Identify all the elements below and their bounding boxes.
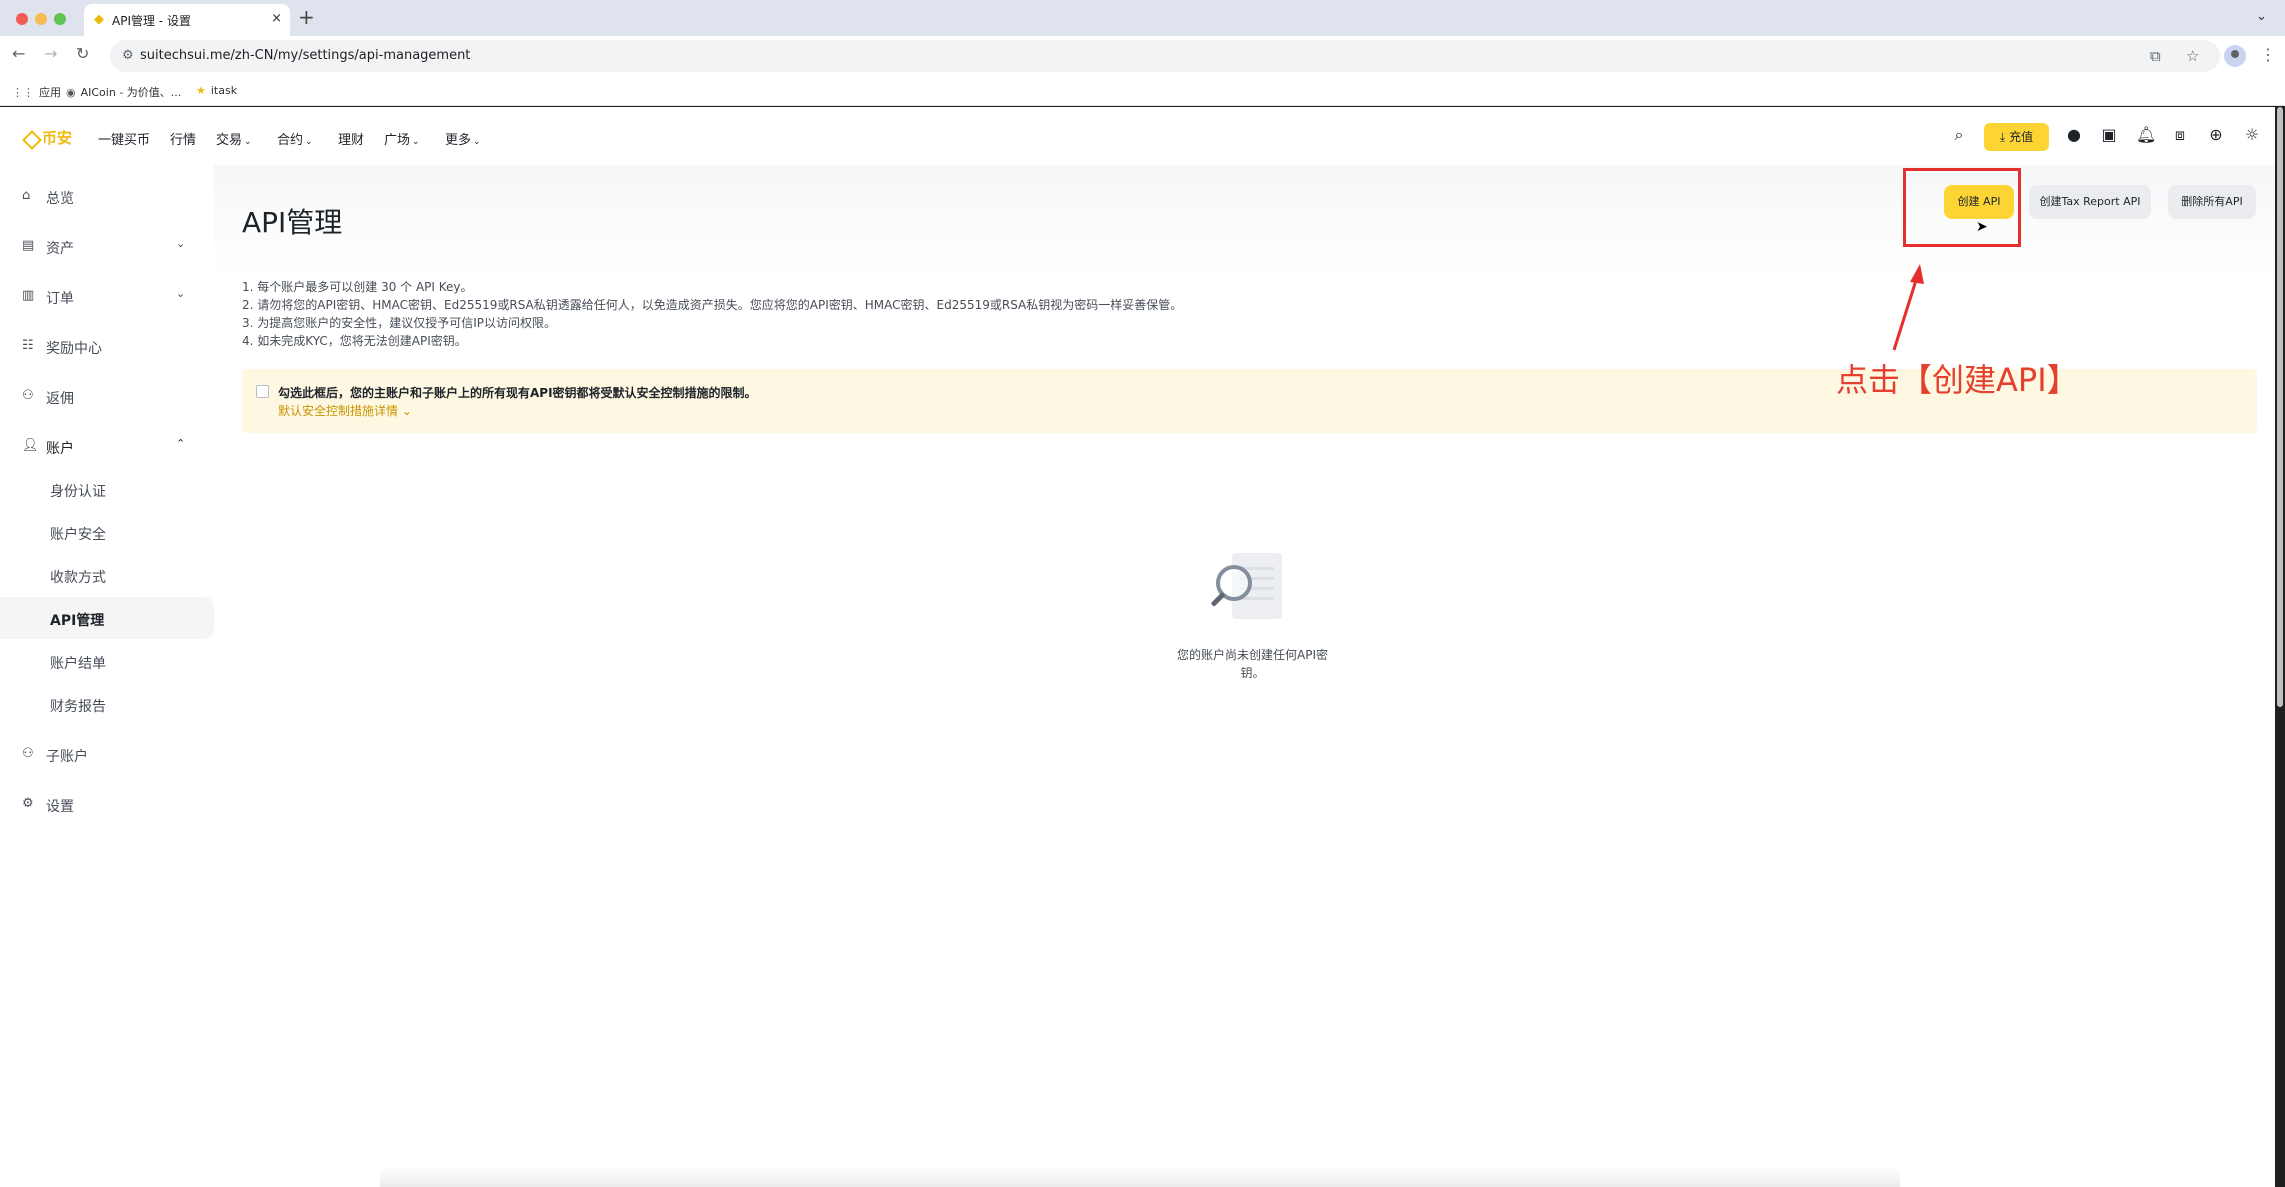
nav-futures[interactable]: 合约 ⌄ bbox=[277, 129, 313, 148]
home-icon: ⌂ bbox=[22, 188, 31, 203]
bookmark-itask[interactable]: ★ itask bbox=[196, 84, 237, 97]
chevron-down-icon: ⌄ bbox=[176, 287, 186, 300]
gear-icon: ⚙ bbox=[22, 796, 34, 811]
sidebar-subitem-identity[interactable]: 身份认证 bbox=[0, 468, 214, 510]
nav-quick-buy[interactable]: 一键买币 bbox=[98, 129, 150, 148]
open-external-icon[interactable]: ⧉ bbox=[2150, 47, 2161, 65]
browser-menu-icon[interactable]: ⋮ bbox=[2260, 45, 2276, 64]
browser-tab-bar: ◆ API管理 - 设置 × + ⌄ bbox=[0, 0, 2285, 36]
user-icon: 👤︎ bbox=[22, 438, 39, 453]
chevron-down-icon: ⌄ bbox=[412, 137, 420, 147]
bookmarks-bar: ⋮⋮ 应用 ◉ AICoin - 为价值、... ★ itask bbox=[0, 76, 2285, 106]
download-app-icon[interactable]: ⧈ bbox=[2171, 126, 2189, 144]
bottom-bar bbox=[380, 1165, 1900, 1187]
bookmark-aicoin[interactable]: ◉ AICoin - 为价值、... bbox=[66, 84, 181, 100]
banner-text: 勾选此框后，您的主账户和子账户上的所有现有API密钥都将受默认安全控制措施的限制… bbox=[278, 386, 757, 400]
chevron-down-icon: ⌄ bbox=[305, 137, 313, 147]
window-minimize-button[interactable] bbox=[35, 13, 47, 25]
sidebar-item-assets[interactable]: ▤ 资产 ⌄ bbox=[0, 225, 214, 267]
chevron-down-icon: ⌄ bbox=[176, 237, 186, 250]
chevron-down-icon: ⌄ bbox=[473, 137, 481, 147]
annotation-arrow-icon bbox=[1892, 264, 1924, 351]
note-item: 3. 为提高您账户的安全性，建议仅授予可信IP以访问权限。 bbox=[242, 316, 557, 330]
create-tax-report-api-button[interactable]: 创建Tax Report API bbox=[2029, 185, 2151, 219]
note-item: 1. 每个账户最多可以创建 30 个 API Key。 bbox=[242, 280, 473, 294]
security-details-link[interactable]: 默认安全控制措施详情 ⌄ bbox=[278, 402, 412, 419]
browser-tab[interactable]: ◆ API管理 - 设置 × bbox=[84, 4, 290, 36]
star-icon: ★ bbox=[196, 84, 206, 97]
back-arrow-icon[interactable]: ← bbox=[12, 46, 25, 62]
delete-all-api-button[interactable]: 删除所有API bbox=[2168, 185, 2256, 219]
theme-toggle-icon[interactable]: ☼ bbox=[2243, 126, 2261, 144]
note-item: 2. 请勿将您的API密钥、HMAC密钥、Ed25519或RSA私钥透露给任何人… bbox=[242, 298, 1183, 312]
tab-title: API管理 - 设置 bbox=[112, 14, 191, 28]
referral-icon: ⚇ bbox=[22, 388, 34, 403]
sidebar-subitem-api-management[interactable]: API管理 bbox=[0, 597, 214, 639]
new-tab-button[interactable]: + bbox=[298, 7, 315, 27]
sidebar-item-referral[interactable]: ⚇ 返佣 bbox=[0, 375, 214, 417]
annotation-text: 点击【创建API】 bbox=[1836, 361, 2079, 399]
page-scrollbar[interactable] bbox=[2277, 107, 2283, 707]
aicoin-icon: ◉ bbox=[66, 86, 76, 99]
site-top-nav: 币安 一键买币 行情 交易 ⌄ 合约 ⌄ 理财 广场 ⌄ 更多 ⌄ ⌕ ⤓ 充值 ● ▣… bbox=[0, 107, 2275, 165]
sidebar-subitem-financial-report[interactable]: 财务报告 bbox=[0, 683, 214, 725]
web-page: 币安 一键买币 行情 交易 ⌄ 合约 ⌄ 理财 广场 ⌄ 更多 ⌄ ⌕ ⤓ 充值 ● ▣… bbox=[0, 107, 2275, 1187]
sidebar-subitem-statements[interactable]: 账户结单 bbox=[0, 640, 214, 682]
chevron-down-icon: ⌄ bbox=[401, 404, 412, 418]
download-icon: ⤓ bbox=[1999, 130, 2006, 144]
deposit-button[interactable]: ⤓ 充值 bbox=[1984, 123, 2049, 151]
window-zoom-button[interactable] bbox=[54, 13, 66, 25]
account-icon[interactable]: ● bbox=[2065, 126, 2083, 144]
apps-grid-icon: ⋮⋮ bbox=[12, 86, 34, 99]
wallet-icon[interactable]: ▣ bbox=[2100, 126, 2118, 144]
api-notes: 1. 每个账户最多可以创建 30 个 API Key。 2. 请勿将您的API密… bbox=[242, 278, 1182, 350]
window-close-button[interactable] bbox=[16, 13, 28, 25]
chevron-down-icon: ⌄ bbox=[244, 137, 252, 147]
language-globe-icon[interactable]: ⊕ bbox=[2207, 126, 2225, 144]
sidebar-item-settings[interactable]: ⚙ 设置 bbox=[0, 783, 214, 825]
forward-arrow-icon[interactable]: → bbox=[44, 46, 57, 62]
sidebar-item-orders[interactable]: ▥ 订单 ⌄ bbox=[0, 275, 214, 317]
bookmark-star-icon[interactable]: ☆ bbox=[2186, 47, 2199, 65]
sidebar-subitem-payment[interactable]: 收款方式 bbox=[0, 554, 214, 596]
default-security-checkbox[interactable] bbox=[256, 385, 269, 398]
binance-favicon-icon: ◆ bbox=[94, 12, 104, 27]
nav-square[interactable]: 广场 ⌄ bbox=[384, 129, 420, 148]
nav-trade[interactable]: 交易 ⌄ bbox=[216, 129, 252, 148]
orders-icon: ▥ bbox=[22, 288, 35, 303]
reload-icon[interactable]: ↻ bbox=[76, 46, 89, 62]
sidebar-subitem-security[interactable]: 账户安全 bbox=[0, 511, 214, 553]
sidebar-item-rewards[interactable]: ☷ 奖励中心 bbox=[0, 325, 214, 367]
page-title: API管理 bbox=[242, 206, 343, 239]
empty-search-icon bbox=[1210, 553, 1290, 627]
binance-logo-icon bbox=[22, 130, 38, 146]
note-item: 4. 如未完成KYC，您将无法创建API密钥。 bbox=[242, 334, 467, 348]
address-bar[interactable]: ⚙ suitechsui.me/zh-CN/my/settings/api-ma… bbox=[110, 40, 2220, 72]
tab-search-button[interactable]: ⌄ bbox=[2256, 9, 2267, 24]
nav-markets[interactable]: 行情 bbox=[170, 129, 196, 148]
wallet-icon: ▤ bbox=[22, 238, 35, 253]
url-text: suitechsui.me/zh-CN/my/settings/api-mana… bbox=[140, 48, 471, 63]
notification-bell-icon[interactable]: 🔔︎ bbox=[2136, 126, 2156, 144]
search-icon[interactable]: ⌕ bbox=[1950, 126, 1968, 144]
profile-avatar-icon[interactable] bbox=[2224, 45, 2246, 67]
sidebar-item-account[interactable]: 👤︎ 账户 ⌃ bbox=[0, 425, 214, 467]
site-settings-icon[interactable]: ⚙ bbox=[122, 48, 134, 63]
nav-earn[interactable]: 理财 bbox=[338, 129, 364, 148]
bookmark-apps[interactable]: ⋮⋮ 应用 bbox=[12, 84, 61, 100]
sidebar-item-overview[interactable]: ⌂ 总览 bbox=[0, 175, 214, 217]
chevron-up-icon: ⌃ bbox=[176, 437, 186, 450]
sidebar-item-sub-account[interactable]: ⚇ 子账户 bbox=[0, 733, 214, 775]
empty-state-text: 您的账户尚未创建任何API密钥。 bbox=[1177, 648, 1328, 680]
browser-toolbar: ← → ↻ ⚙ suitechsui.me/zh-CN/my/settings/… bbox=[0, 36, 2285, 76]
binance-logo[interactable]: 币安 bbox=[22, 127, 72, 148]
annotation-highlight-box bbox=[1903, 168, 2021, 247]
tab-close-icon[interactable]: × bbox=[271, 11, 282, 26]
sub-account-icon: ⚇ bbox=[22, 746, 34, 761]
rewards-icon: ☷ bbox=[22, 338, 34, 353]
settings-sidebar: ⌂ 总览 ▤ 资产 ⌄ ▥ 订单 ⌄ ☷ 奖励中心 ⚇ 返佣 👤︎ 账户 ⌃ 身… bbox=[0, 165, 214, 1187]
nav-more[interactable]: 更多 ⌄ bbox=[445, 129, 481, 148]
